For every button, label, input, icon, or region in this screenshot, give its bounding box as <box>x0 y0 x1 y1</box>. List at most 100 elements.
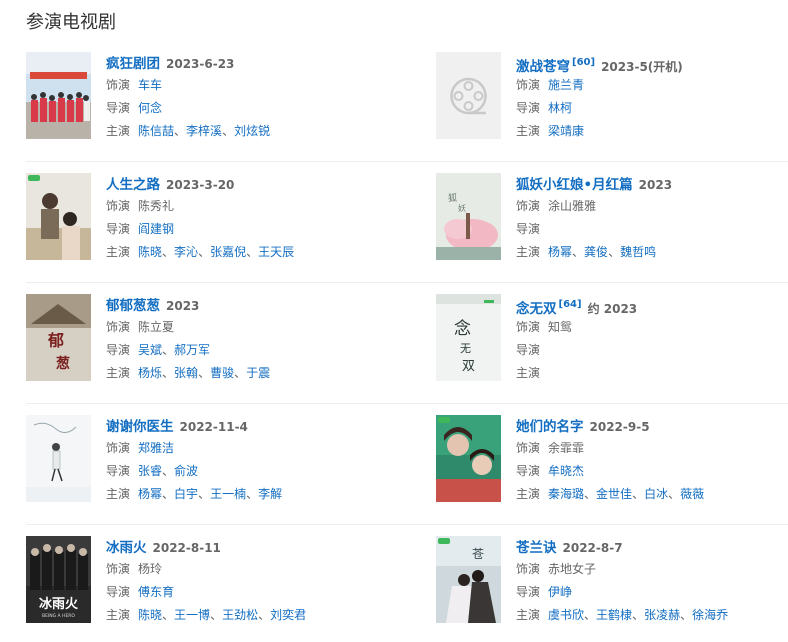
series-title-link[interactable]: 念无双 <box>516 301 557 317</box>
director-label: 导演 <box>106 343 131 357</box>
poster-their-names[interactable] <box>436 415 501 502</box>
cast-link[interactable]: 王天辰 <box>258 245 294 259</box>
cast-link[interactable]: 张凌赫 <box>644 608 680 622</box>
series-title-link[interactable]: 苍兰诀 <box>516 540 557 556</box>
citation-link[interactable]: [60] <box>572 57 595 68</box>
director-link[interactable]: 牟晓杰 <box>548 464 584 478</box>
role-label: 饰演 <box>106 320 131 334</box>
role-name: 赤地女子 <box>548 562 597 576</box>
cast-link[interactable]: 杨幂 <box>138 487 162 501</box>
cast-link[interactable]: 杨烁 <box>138 366 162 380</box>
director-label: 导演 <box>106 101 131 115</box>
director-link[interactable]: 傅东育 <box>138 585 174 599</box>
role-row: 饰演 施兰青 <box>516 74 786 97</box>
role-name: 余霏霏 <box>548 441 585 455</box>
cast-label: 主演 <box>516 124 541 138</box>
director-link[interactable]: 张睿 <box>138 464 162 478</box>
series-title-link[interactable]: 疯狂剧团 <box>106 56 160 72</box>
cast-row: 主演 陈信喆、李梓溪、刘炫锐 <box>106 124 271 138</box>
cast-link[interactable]: 张嘉倪 <box>210 245 246 259</box>
series-title-link[interactable]: 激战苍穹 <box>516 59 570 75</box>
role-link[interactable]: 郑雅洁 <box>138 441 174 455</box>
cast-row: 主演 杨烁、张翰、曹骏、于震 <box>106 366 271 380</box>
series-title-link[interactable]: 狐妖小红娘•月红篇 <box>516 177 633 193</box>
poster-crazy-troupe[interactable] <box>26 52 91 139</box>
cast-link[interactable]: 虞书欣 <box>548 608 584 622</box>
cast-link[interactable]: 王一楠 <box>210 487 246 501</box>
role-row: 饰演 赤地女子 <box>516 558 786 581</box>
cast-label: 主演 <box>106 124 131 138</box>
cast-link[interactable]: 于震 <box>246 366 270 380</box>
cast-link[interactable]: 王一博 <box>174 608 210 622</box>
director-link[interactable]: 伊峥 <box>548 585 572 599</box>
poster-nian-wu-shuang[interactable]: 念 无 双 <box>436 294 501 381</box>
row-divider <box>26 403 788 404</box>
tv-series-card: 苍 苍兰诀 2022-8-7 饰演 赤地女子 导演 伊峥 主演 虞书欣、王鹤棣、张凌赫、… <box>436 536 786 626</box>
cast-link[interactable]: 龚俊 <box>584 245 608 259</box>
director-row: 导演 张睿、俞波 <box>106 464 199 478</box>
role-label: 饰演 <box>516 78 541 92</box>
cast-link[interactable]: 李沁 <box>174 245 198 259</box>
svg-text:郁: 郁 <box>47 331 64 350</box>
role-row: 饰演 陈秀礼 <box>106 195 376 218</box>
poster-lush[interactable]: 郁 葱 <box>26 294 91 381</box>
series-title-link[interactable]: 谢谢你医生 <box>106 419 174 435</box>
role-label: 饰演 <box>516 562 541 576</box>
role-name: 知鸳 <box>548 320 573 334</box>
role-label: 饰演 <box>106 78 131 92</box>
director-link[interactable]: 吴斌 <box>138 343 162 357</box>
poster-fox-spirit[interactable]: 狐 妖 <box>436 173 501 260</box>
cast-link[interactable]: 金世佳 <box>596 487 632 501</box>
role-link[interactable]: 施兰青 <box>548 78 584 92</box>
citation-link[interactable]: [64] <box>559 299 582 310</box>
director-link[interactable]: 俞波 <box>174 464 198 478</box>
cast-link[interactable]: 陈晓 <box>138 245 162 259</box>
cast-link[interactable]: 徐海乔 <box>692 608 728 622</box>
cast-link[interactable]: 李梓溪 <box>186 124 222 138</box>
cast-link[interactable]: 刘奕君 <box>270 608 306 622</box>
series-title-link[interactable]: 人生之路 <box>106 177 160 193</box>
air-date: 2023 <box>638 178 673 192</box>
director-link[interactable]: 阎建钢 <box>138 222 174 236</box>
cast-link[interactable]: 王劲松 <box>222 608 258 622</box>
cast-link[interactable]: 秦海璐 <box>548 487 584 501</box>
air-date: 2023-6-23 <box>166 57 235 71</box>
row-divider <box>26 161 788 162</box>
cast-link[interactable]: 白宇 <box>174 487 198 501</box>
cast-link[interactable]: 张翰 <box>174 366 198 380</box>
cast-link[interactable]: 陈晓 <box>138 608 162 622</box>
tv-series-card: 谢谢你医生 2022-11-4 饰演 郑雅洁 导演 张睿、俞波 主演 杨幂、白宇、王一楠… <box>26 415 376 505</box>
series-title-link[interactable]: 她们的名字 <box>516 419 584 435</box>
role-label: 饰演 <box>106 199 131 213</box>
cast-link[interactable]: 陈信喆 <box>138 124 174 138</box>
cast-link[interactable]: 李解 <box>258 487 282 501</box>
poster-thank-you-doctor[interactable] <box>26 415 91 502</box>
cast-link[interactable]: 魏哲鸣 <box>620 245 656 259</box>
cast-link[interactable]: 王鹤棣 <box>596 608 632 622</box>
poster-road-of-life[interactable] <box>26 173 91 260</box>
poster-love-between-fairy[interactable]: 苍 <box>436 536 501 623</box>
row-divider <box>26 524 788 525</box>
cast-link[interactable]: 薇薇 <box>680 487 704 501</box>
series-title-link[interactable]: 郁郁葱葱 <box>106 298 160 314</box>
cast-label: 主演 <box>106 487 131 501</box>
row-divider <box>26 282 788 283</box>
series-title-link[interactable]: 冰雨火 <box>106 540 147 556</box>
cast-row: 主演 杨幂、白宇、王一楠、李解 <box>106 487 283 501</box>
film-reel-placeholder[interactable] <box>436 52 501 139</box>
cast-link[interactable]: 刘炫锐 <box>234 124 270 138</box>
director-link[interactable]: 林柯 <box>548 101 572 115</box>
cast-label: 主演 <box>516 487 541 501</box>
svg-text:无: 无 <box>460 342 471 355</box>
cast-link[interactable]: 杨幂 <box>548 245 572 259</box>
cast-link[interactable]: 白冰 <box>644 487 668 501</box>
role-link[interactable]: 车车 <box>138 78 162 92</box>
cast-link[interactable]: 曹骏 <box>210 366 234 380</box>
cast-link[interactable]: 梁靖康 <box>548 124 584 138</box>
director-link[interactable]: 郝万军 <box>174 343 210 357</box>
poster-being-a-hero[interactable]: 冰雨火 BEING A HERO <box>26 536 91 623</box>
cast-label: 主演 <box>516 608 541 622</box>
air-date: 2022-8-11 <box>152 541 221 555</box>
director-link[interactable]: 何念 <box>138 101 162 115</box>
cast-row: 主演 杨幂、龚俊、魏哲鸣 <box>516 245 657 259</box>
